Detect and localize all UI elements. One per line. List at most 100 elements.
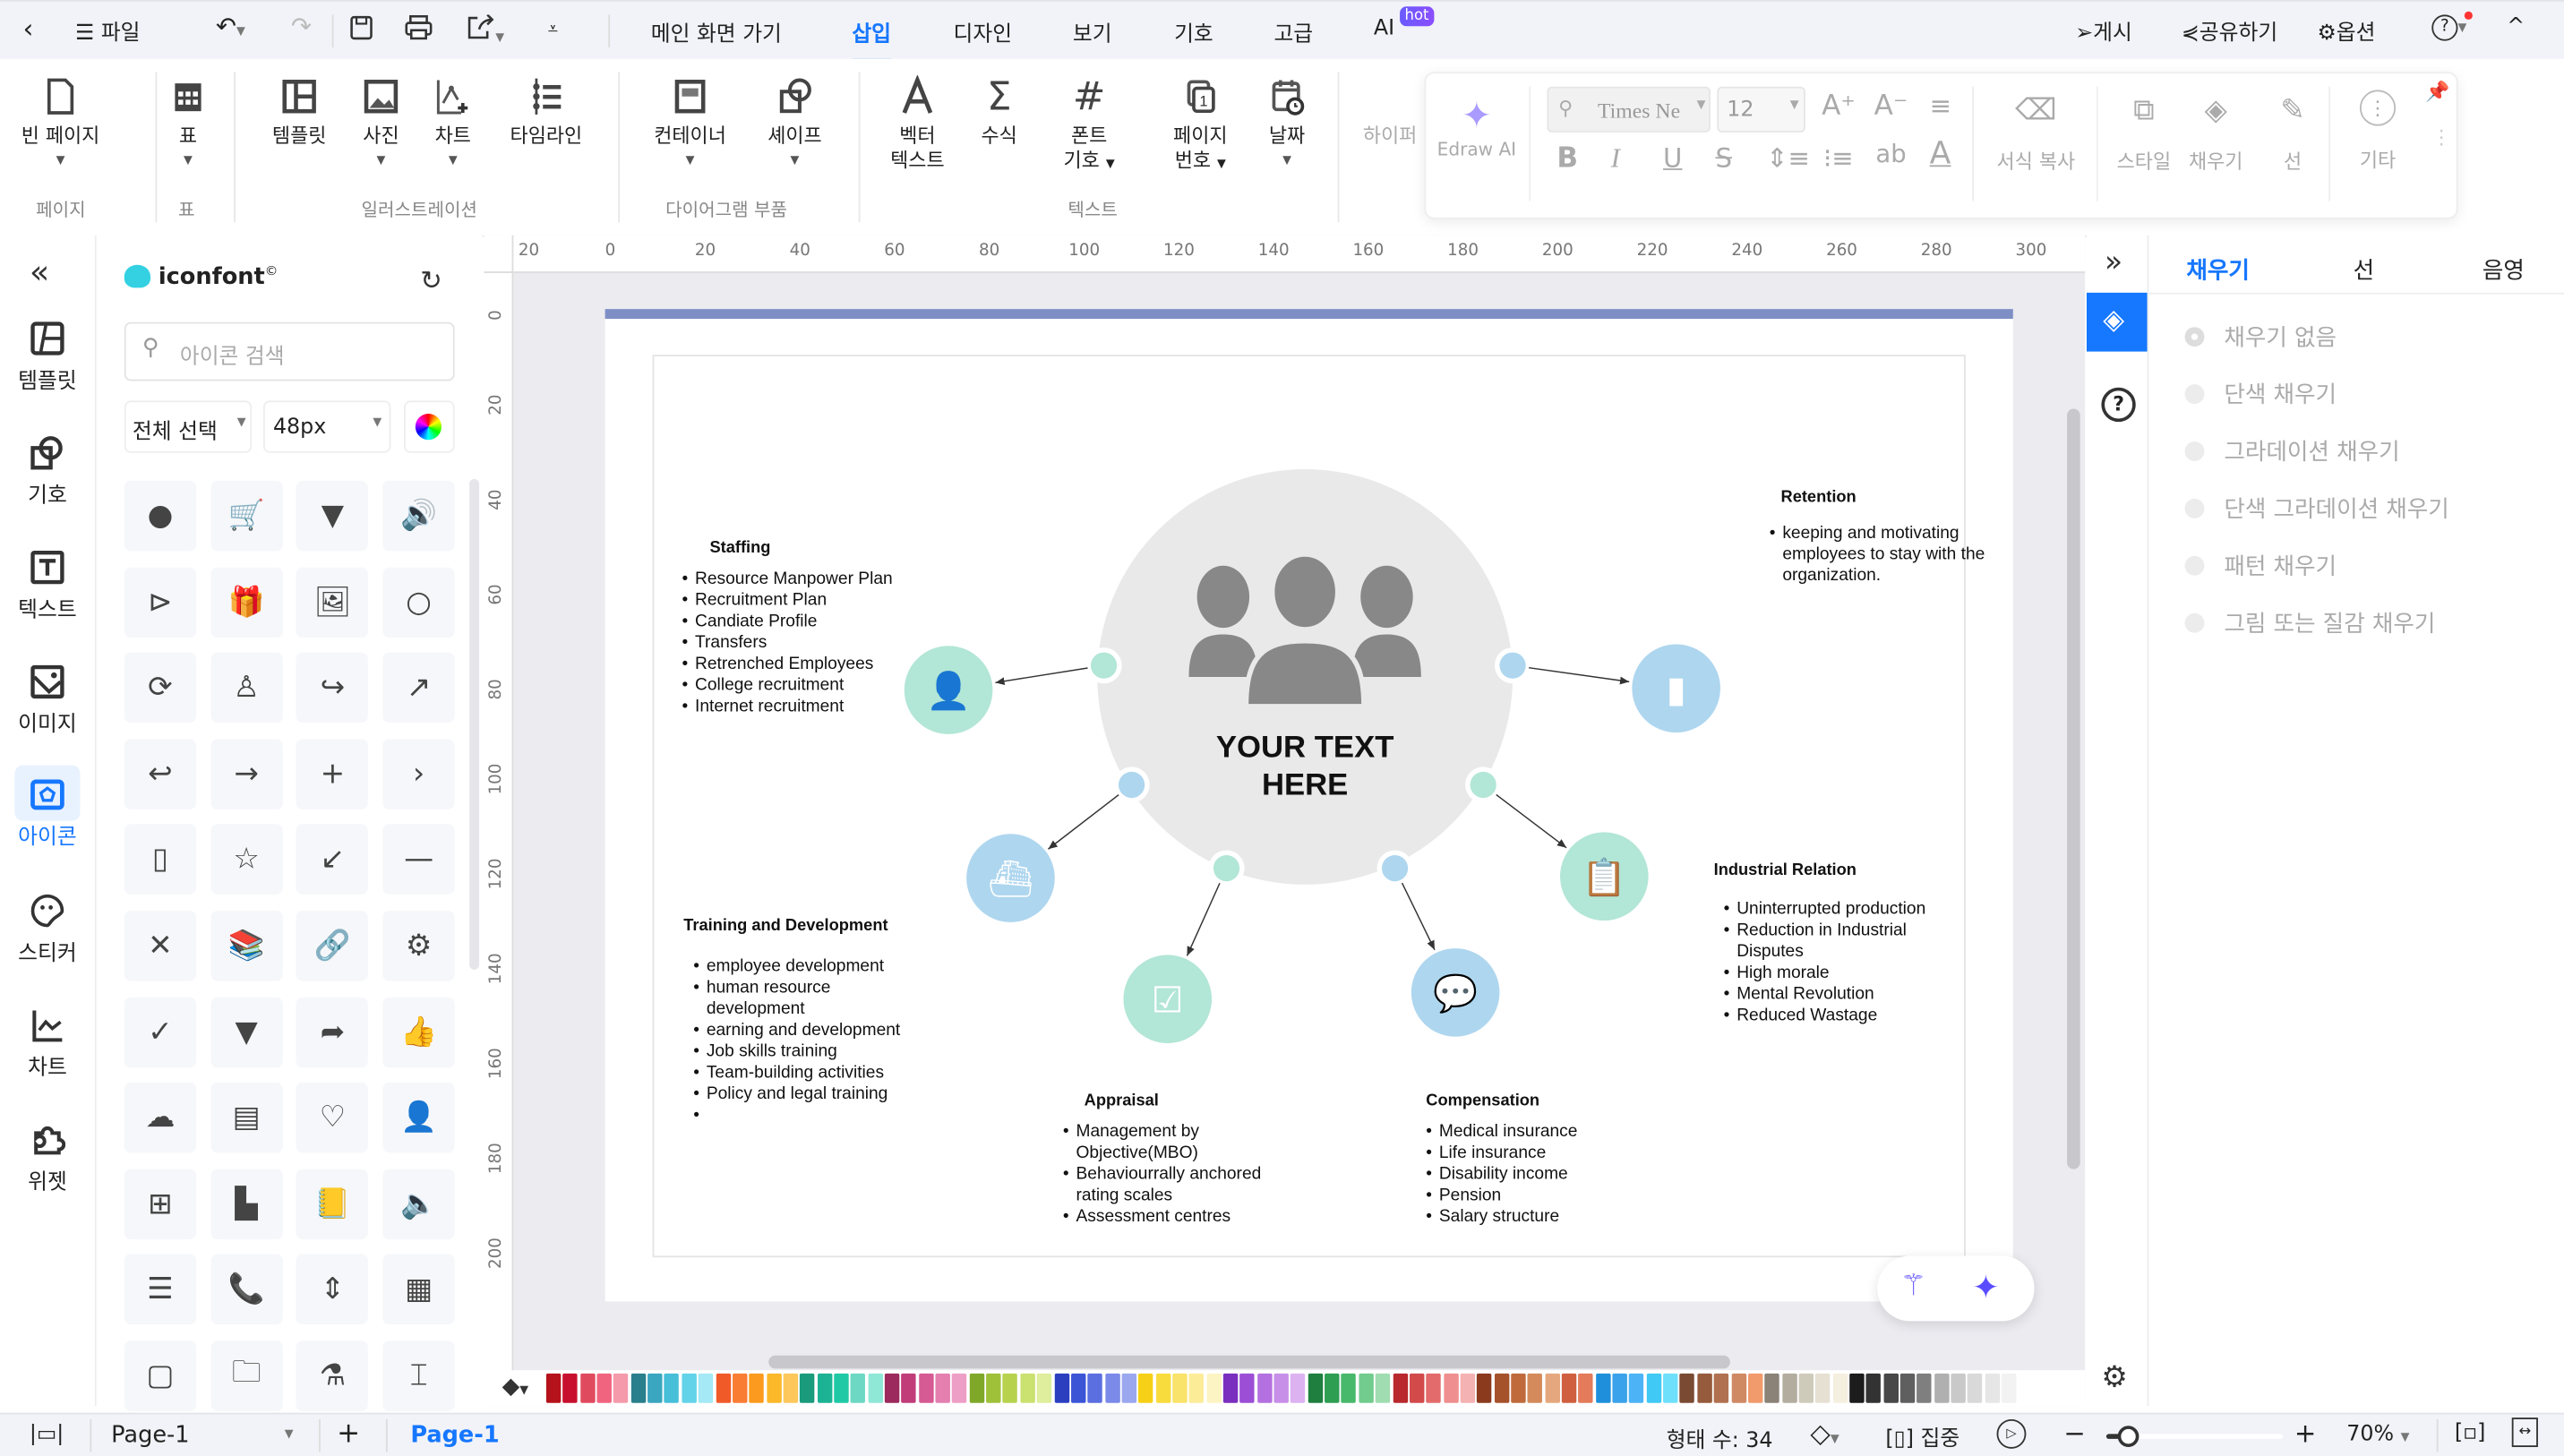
expand-panel-icon[interactable]: » <box>2105 245 2122 279</box>
shape-button[interactable]: 셰이프 ▼ <box>756 75 835 174</box>
font-color-icon[interactable]: A <box>1930 136 1951 172</box>
color-swatch[interactable] <box>969 1373 984 1403</box>
training-connector-dot[interactable] <box>1118 771 1145 799</box>
icon-cell[interactable]: 🔗 <box>296 911 369 981</box>
collapse-panel-icon[interactable]: « <box>30 252 49 291</box>
color-swatch[interactable] <box>647 1373 663 1403</box>
center-text-line1[interactable]: YOUR TEXT <box>1216 730 1394 764</box>
color-swatch[interactable] <box>1612 1373 1627 1403</box>
settings-gear-icon[interactable]: ⚙ <box>2101 1360 2127 1394</box>
radio-button[interactable] <box>2184 384 2205 405</box>
color-swatch[interactable] <box>1832 1373 1848 1403</box>
appraisal-arrow[interactable] <box>1186 882 1221 956</box>
color-swatch[interactable] <box>1392 1373 1408 1403</box>
icon-cell[interactable]: ⚗ <box>296 1340 369 1411</box>
color-swatch[interactable] <box>596 1373 613 1403</box>
color-swatch[interactable] <box>1155 1373 1171 1403</box>
color-swatch[interactable] <box>1528 1373 1543 1403</box>
icon-cell[interactable]: ▤ <box>210 1083 283 1153</box>
page-select[interactable]: Page-1 ▼ <box>111 1423 304 1449</box>
color-swatch[interactable] <box>1189 1373 1205 1403</box>
icon-cell[interactable]: — <box>382 825 455 895</box>
icon-cell[interactable]: › <box>382 738 455 809</box>
color-swatch[interactable] <box>817 1373 832 1403</box>
color-swatch[interactable] <box>1036 1373 1052 1403</box>
color-swatch[interactable] <box>1595 1373 1611 1403</box>
training-arrow[interactable] <box>1047 794 1119 850</box>
industrial-relation-text[interactable]: Industrial Relation Uninterrupted produc… <box>1714 860 1943 1026</box>
color-swatch[interactable] <box>800 1373 815 1403</box>
radio-button[interactable] <box>2184 441 2205 461</box>
font-symbol-button[interactable]: # 폰트 기호 ▼ <box>1051 75 1127 176</box>
vector-text-button[interactable]: 벡터 텍스트 <box>879 74 955 174</box>
color-swatch[interactable] <box>1713 1373 1729 1403</box>
color-swatch[interactable] <box>732 1373 748 1403</box>
align-icon[interactable]: ≡ <box>1930 90 1951 121</box>
color-swatch[interactable] <box>1680 1373 1695 1403</box>
color-swatch[interactable] <box>1443 1373 1458 1403</box>
font-size-select[interactable]: 12 ▼ <box>1717 86 1805 133</box>
bold-icon[interactable]: B <box>1556 142 1578 176</box>
color-swatch[interactable] <box>545 1373 562 1403</box>
color-swatch[interactable] <box>562 1373 579 1403</box>
more-button[interactable]: ⋮ 기타 <box>2342 90 2414 173</box>
color-swatch[interactable] <box>1866 1373 1882 1403</box>
icon-cell[interactable]: ▼ <box>296 480 369 552</box>
color-swatch[interactable] <box>1934 1373 1950 1403</box>
color-swatch[interactable] <box>1342 1373 1357 1403</box>
icon-cell[interactable]: 👍 <box>382 997 455 1067</box>
tab-advanced[interactable]: 고급 <box>1273 16 1313 47</box>
color-swatch[interactable] <box>1003 1373 1018 1403</box>
options-button[interactable]: ⚙옵션 <box>2317 14 2375 46</box>
color-swatch[interactable] <box>851 1373 866 1403</box>
radio-button[interactable] <box>2184 612 2205 633</box>
icon-cell[interactable]: ↩ <box>124 738 197 809</box>
tab-view[interactable]: 보기 <box>1073 16 1112 47</box>
color-swatch[interactable] <box>1494 1373 1509 1403</box>
underline-icon[interactable]: U <box>1663 142 1682 174</box>
icon-cell[interactable]: ➦ <box>296 997 369 1067</box>
icon-cell[interactable]: ⟳ <box>124 652 197 724</box>
staffing-connector-dot[interactable] <box>1090 652 1118 679</box>
color-swatch[interactable] <box>1308 1373 1323 1403</box>
more-quick-access-icon[interactable]: ⩡ <box>548 18 558 41</box>
photo-button[interactable]: 사진 ▼ <box>356 75 406 174</box>
icon-cell[interactable]: ⊞ <box>124 1169 197 1239</box>
sidebar-item-templates[interactable]: 템플릿 <box>0 321 95 394</box>
tab-fill[interactable]: 채우기 <box>2186 253 2250 287</box>
ai-sparkle-icon[interactable]: ✦ <box>1972 1267 2000 1306</box>
icon-cell[interactable]: ☰ <box>124 1255 197 1325</box>
sidebar-item-text[interactable]: 텍스트 <box>0 550 95 623</box>
color-swatch[interactable] <box>1951 1373 1966 1403</box>
zoom-out-icon[interactable]: − <box>2063 1417 2085 1449</box>
retention-arrow[interactable] <box>1529 666 1630 685</box>
color-swatch[interactable] <box>1087 1373 1103 1403</box>
fill-option[interactable]: 패턴 채우기 <box>2184 550 2337 583</box>
color-swatch[interactable] <box>579 1373 596 1403</box>
color-swatch[interactable] <box>1882 1373 1899 1403</box>
font-family-select[interactable]: ⚲ Times Ne ▼ <box>1547 86 1711 133</box>
sidebar-item-charts[interactable]: 차트 <box>0 1007 95 1081</box>
icon-cell[interactable]: ↪ <box>296 652 369 724</box>
color-swatch[interactable] <box>1747 1373 1763 1403</box>
zoom-slider-handle[interactable] <box>2117 1426 2140 1448</box>
radio-button[interactable] <box>2184 498 2205 518</box>
timeline-button[interactable]: 타임라인 <box>501 75 592 149</box>
color-swatch[interactable] <box>2002 1373 2017 1403</box>
color-swatch[interactable] <box>766 1373 782 1403</box>
date-button[interactable]: 날짜 ▼ <box>1259 75 1315 174</box>
compensation-text[interactable]: Compensation Medical insuranceLife insur… <box>1426 1091 1655 1229</box>
color-swatch[interactable] <box>1359 1373 1374 1403</box>
color-swatch[interactable] <box>1239 1373 1256 1403</box>
zoom-level-select[interactable]: 70% ▼ <box>2346 1423 2409 1447</box>
color-swatch[interactable] <box>1899 1373 1916 1403</box>
line-button[interactable]: ✎ 선 <box>2257 93 2328 175</box>
icon-cell[interactable]: 📒 <box>296 1169 369 1239</box>
tab-design[interactable]: 디자인 <box>954 16 1013 47</box>
icon-cell[interactable]: ▙ <box>210 1169 283 1239</box>
color-swatch[interactable] <box>1205 1373 1222 1403</box>
strikethrough-icon[interactable]: S <box>1715 142 1732 174</box>
color-swatch[interactable] <box>1020 1373 1035 1403</box>
share-button[interactable]: ⋞공유하기 <box>2182 14 2277 46</box>
collapse-ribbon-icon[interactable]: ^ <box>2507 14 2525 39</box>
